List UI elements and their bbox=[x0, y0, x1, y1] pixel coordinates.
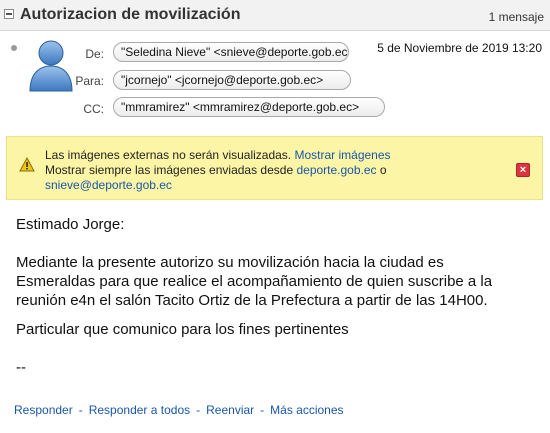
show-images-link[interactable]: Mostrar imágenes bbox=[294, 148, 390, 162]
to-address-pill[interactable]: "jcornejo" <jcornejo@deporte.gob.ec> bbox=[113, 70, 351, 90]
body-line: Mediante la presente autorizo su moviliz… bbox=[16, 254, 444, 271]
always-show-sender-link[interactable]: snieve@deporte.gob.ec bbox=[45, 178, 172, 192]
body-line: Esmeraldas para que realice el acompañam… bbox=[16, 273, 493, 290]
greeting-text: Estimado Jorge: bbox=[16, 216, 125, 233]
warning-line-3: snieve@deporte.gob.ec bbox=[45, 178, 172, 192]
to-label: Para: bbox=[75, 74, 104, 88]
conversation-header: Autorizacion de movilización 1 mensaje bbox=[0, 0, 550, 31]
warning-message: Las imágenes externas no serán visualiza… bbox=[45, 148, 292, 162]
reply-link[interactable]: Responder bbox=[14, 403, 73, 417]
cc-address-pill[interactable]: "mmramirez" <mmramirez@deporte.gob.ec> bbox=[113, 97, 385, 117]
warning-icon bbox=[19, 157, 35, 172]
action-separator: - bbox=[78, 403, 83, 417]
or-text: o bbox=[379, 163, 387, 177]
unread-dot-icon bbox=[11, 45, 17, 51]
close-icon[interactable]: × bbox=[516, 163, 530, 177]
closing-text: Particular que comunico para los fines p… bbox=[16, 321, 349, 338]
cc-label: CC: bbox=[83, 102, 104, 116]
reply-all-link[interactable]: Responder a todos bbox=[89, 403, 190, 417]
from-address-pill[interactable]: "Seledina Nieve" <snieve@deporte.gob.ec> bbox=[113, 42, 349, 62]
external-images-warning: Las imágenes externas no serán visualiza… bbox=[6, 136, 543, 200]
body-line: reunión e4n el salón Tacito Ortiz de la … bbox=[16, 292, 488, 309]
always-show-text: Mostrar siempre las imágenes enviadas de… bbox=[45, 163, 294, 177]
message-actions: Responder - Responder a todos - Reenviar - Más… bbox=[14, 403, 344, 417]
collapse-icon[interactable] bbox=[4, 9, 14, 19]
from-label: De: bbox=[85, 47, 104, 61]
action-separator: - bbox=[260, 403, 265, 417]
subject-title: Autorizacion de movilización bbox=[20, 6, 241, 23]
action-separator: - bbox=[196, 403, 201, 417]
signature-separator: -- bbox=[16, 359, 26, 376]
message-date: 5 de Noviembre de 2019 13:20 bbox=[374, 41, 542, 55]
forward-link[interactable]: Reenviar bbox=[206, 403, 254, 417]
more-actions-link[interactable]: Más acciones bbox=[270, 403, 343, 417]
warning-line-1: Las imágenes externas no serán visualiza… bbox=[45, 148, 391, 162]
always-show-domain-link[interactable]: deporte.gob.ec bbox=[296, 163, 376, 177]
warning-line-2: Mostrar siempre las imágenes enviadas de… bbox=[45, 163, 387, 177]
message-count: 1 mensaje bbox=[488, 10, 544, 24]
